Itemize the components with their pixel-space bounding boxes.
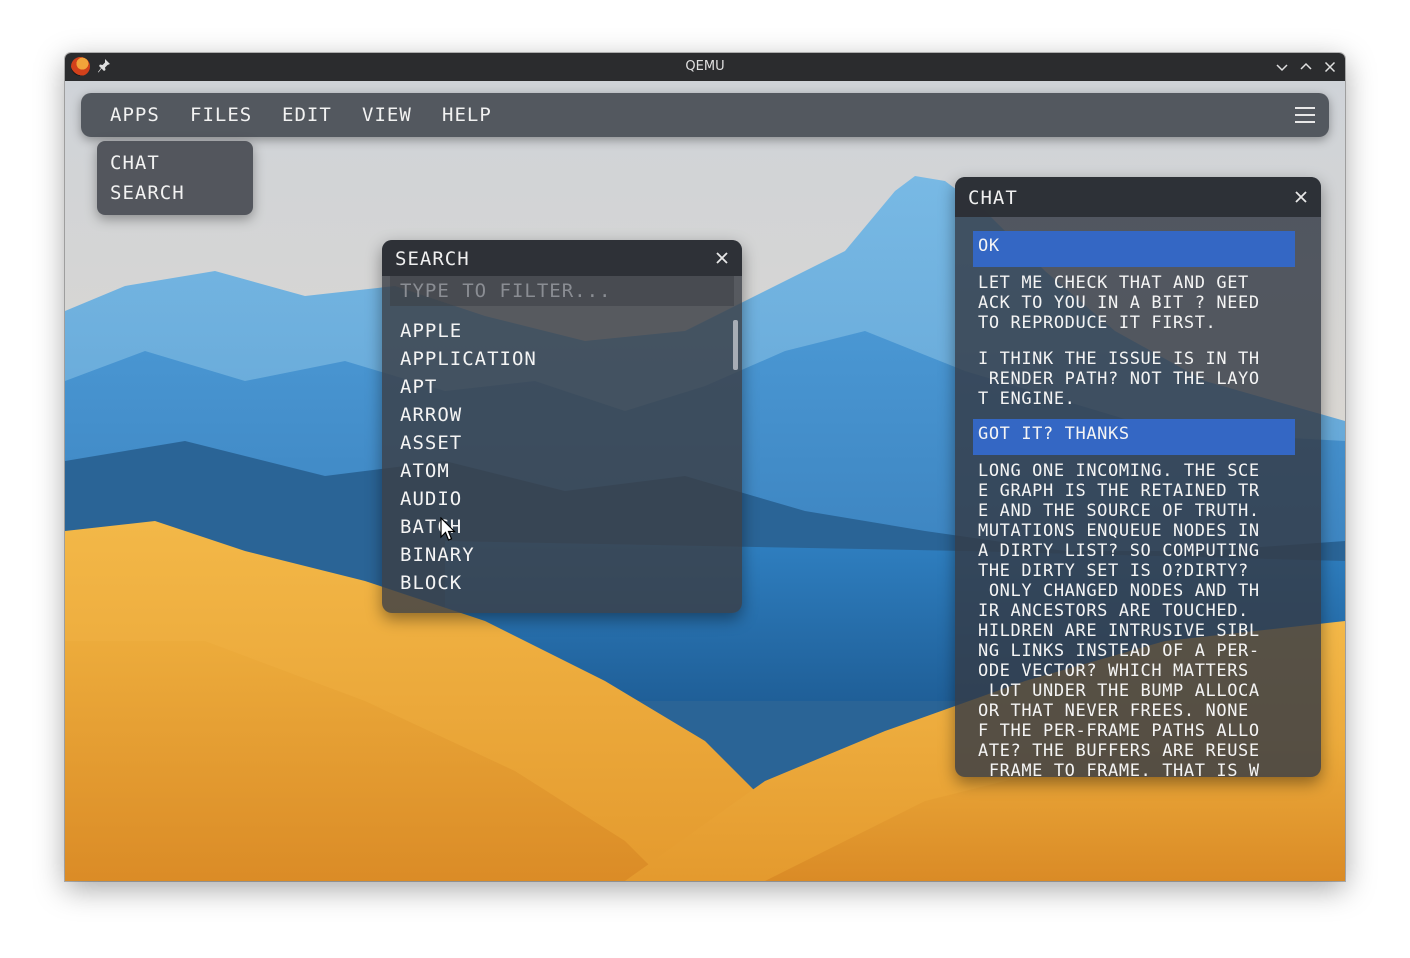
- menu-edit[interactable]: EDIT: [282, 104, 332, 126]
- search-result-item[interactable]: ASSET: [400, 432, 462, 456]
- search-result-item[interactable]: ATOM: [400, 460, 450, 484]
- search-result-item[interactable]: BLOCK: [400, 572, 462, 596]
- desktop: APPS FILES EDIT VIEW HELP CHAT SEARCH SE…: [65, 81, 1345, 881]
- apps-menu-item-search[interactable]: SEARCH: [110, 182, 185, 206]
- window-close-button[interactable]: [1322, 59, 1338, 75]
- search-panel-title: SEARCH: [395, 248, 470, 270]
- search-result-item[interactable]: APPLE: [400, 320, 462, 344]
- search-result-item[interactable]: AUDIO: [400, 488, 462, 512]
- chat-message-outgoing: OK: [973, 231, 1295, 267]
- chat-message-incoming: I THINK THE ISSUE IS IN TH RENDER PATH? …: [978, 349, 1260, 409]
- apps-dropdown-menu: CHAT SEARCH: [97, 141, 253, 215]
- search-result-item[interactable]: ARROW: [400, 404, 462, 428]
- chat-panel-title: CHAT: [968, 187, 1018, 209]
- search-close-icon[interactable]: [714, 250, 730, 266]
- chat-panel: CHAT OK LET ME CHECK THAT AND GET ACK TO…: [955, 177, 1321, 777]
- chat-message-outgoing: GOT IT? THANKS: [973, 419, 1295, 455]
- search-result-item[interactable]: APPLICATION: [400, 348, 537, 372]
- search-panel-header[interactable]: SEARCH: [382, 240, 742, 276]
- chat-close-icon[interactable]: [1293, 189, 1309, 205]
- window-titlebar[interactable]: QEMU: [65, 53, 1345, 81]
- menu-view[interactable]: VIEW: [362, 104, 412, 126]
- window-title: QEMU: [685, 59, 725, 74]
- menu-files[interactable]: FILES: [190, 104, 252, 126]
- mouse-pointer-icon: [440, 516, 458, 543]
- hamburger-menu-icon[interactable]: [1295, 105, 1315, 125]
- menu-help[interactable]: HELP: [442, 104, 492, 126]
- search-results-scrollbar[interactable]: [733, 320, 738, 370]
- chat-message-incoming: LET ME CHECK THAT AND GET ACK TO YOU IN …: [978, 273, 1260, 333]
- search-panel: SEARCH APPLE APPLICATION APT ARROW ASSET…: [382, 240, 742, 613]
- menubar: APPS FILES EDIT VIEW HELP: [81, 93, 1329, 137]
- apps-menu-item-chat[interactable]: CHAT: [110, 152, 160, 176]
- chat-message-incoming: LONG ONE INCOMING. THE SCE E GRAPH IS TH…: [978, 461, 1260, 777]
- minimize-button[interactable]: [1274, 59, 1290, 75]
- search-results-list: APPLE APPLICATION APT ARROW ASSET ATOM A…: [400, 320, 720, 610]
- qemu-window: QEMU APPS FILES EDIT VIEW HELP CHAT SEAR…: [65, 53, 1345, 881]
- search-filter-input[interactable]: [390, 276, 734, 306]
- menu-apps[interactable]: APPS: [110, 104, 160, 126]
- chat-panel-header[interactable]: CHAT: [955, 177, 1321, 217]
- maximize-button[interactable]: [1298, 59, 1314, 75]
- search-result-item[interactable]: BINARY: [400, 544, 475, 568]
- search-result-item[interactable]: APT: [400, 376, 437, 400]
